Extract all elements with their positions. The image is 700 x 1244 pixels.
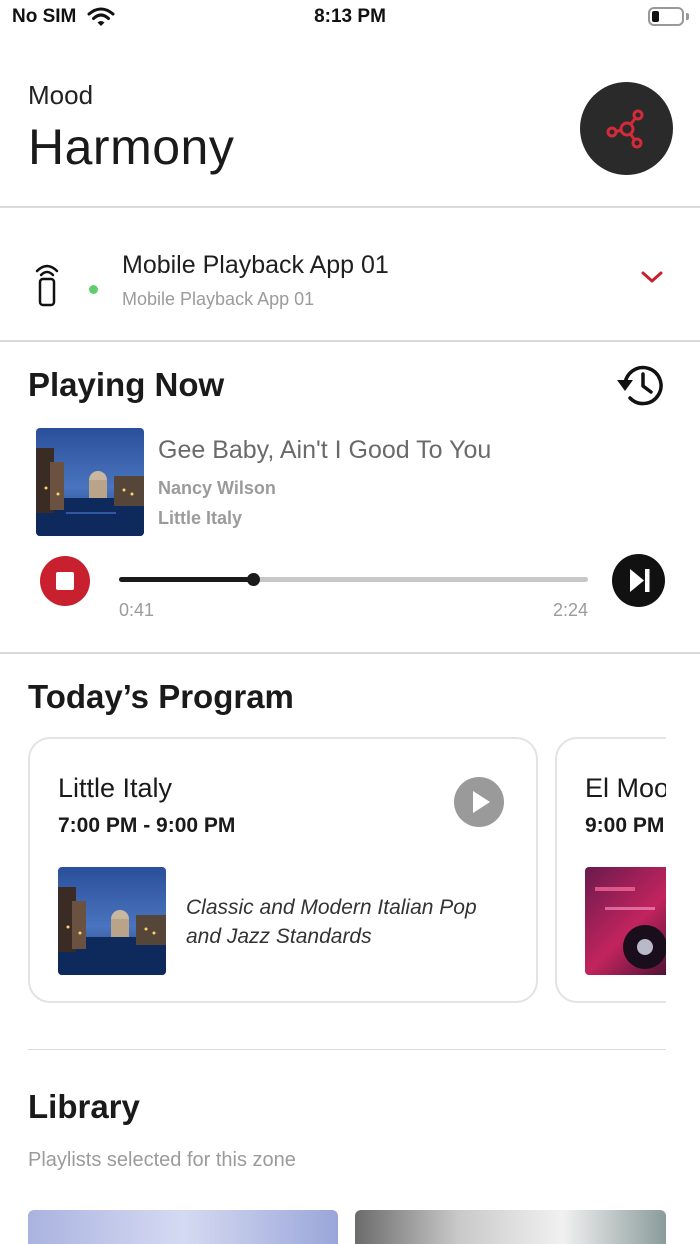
program-art [585, 867, 666, 975]
hub-network-icon [606, 109, 643, 148]
program-title: Today’s Program [28, 678, 294, 715]
program-play-button[interactable] [454, 777, 504, 827]
skip-next-button[interactable] [612, 554, 665, 607]
program-description: Classic and Modern Italian Pop and Jazz … [186, 896, 477, 948]
zone-subtitle: Mobile Playback App 01 [122, 289, 315, 309]
playlist-tile[interactable] [355, 1210, 666, 1244]
stop-button[interactable] [40, 556, 90, 606]
program-name: El Mood [585, 773, 666, 803]
history-icon[interactable] [614, 358, 670, 412]
chevron-down-icon[interactable] [640, 269, 664, 285]
divider [0, 652, 700, 654]
progress-thumb[interactable] [246, 573, 260, 586]
program-name: Little Italy [58, 773, 173, 803]
skip-next-icon [630, 569, 650, 592]
playing-now-title: Playing Now [28, 366, 225, 403]
progress-slider[interactable] [119, 573, 588, 586]
program-card[interactable]: El Mood 9:00 PM [555, 737, 666, 1003]
mood-title: Harmony [28, 119, 235, 175]
play-icon [473, 791, 490, 813]
status-bar: No SIM 8:13 PM [0, 0, 700, 36]
program-time: 9:00 PM [585, 814, 665, 837]
mood-hub-button[interactable] [580, 82, 673, 175]
remote-control-icon [35, 264, 59, 307]
zone-name: Mobile Playback App 01 [122, 251, 389, 279]
library-subtitle: Playlists selected for this zone [28, 1149, 296, 1171]
battery-nub [686, 13, 689, 20]
time-total: 2:24 [552, 600, 588, 620]
divider [0, 206, 700, 208]
clock: 8:13 PM [314, 6, 386, 27]
stop-icon [56, 572, 74, 590]
program-art [58, 867, 166, 975]
track-title: Gee Baby, Ain't I Good To You [158, 436, 492, 464]
time-elapsed: 0:41 [119, 600, 155, 620]
program-card[interactable]: Little Italy 7:00 PM - 9:00 PM Classic a… [28, 737, 538, 1003]
mood-label: Mood [28, 80, 94, 110]
track-playlist: Little Italy [158, 508, 243, 528]
program-carousel[interactable]: Little Italy 7:00 PM - 9:00 PM Classic a… [28, 737, 666, 1005]
divider [28, 1049, 666, 1050]
zone-selector[interactable]: Mobile Playback App 01 Mobile Playback A… [0, 209, 700, 340]
battery-icon [648, 7, 684, 26]
program-time: 7:00 PM - 9:00 PM [58, 814, 236, 837]
library-title: Library [28, 1088, 140, 1125]
playlist-tile[interactable] [28, 1210, 338, 1244]
divider [0, 340, 700, 342]
album-art [36, 428, 144, 536]
track-artist: Nancy Wilson [158, 478, 276, 498]
progress-fill [119, 577, 253, 582]
zone-status-dot [89, 285, 98, 294]
